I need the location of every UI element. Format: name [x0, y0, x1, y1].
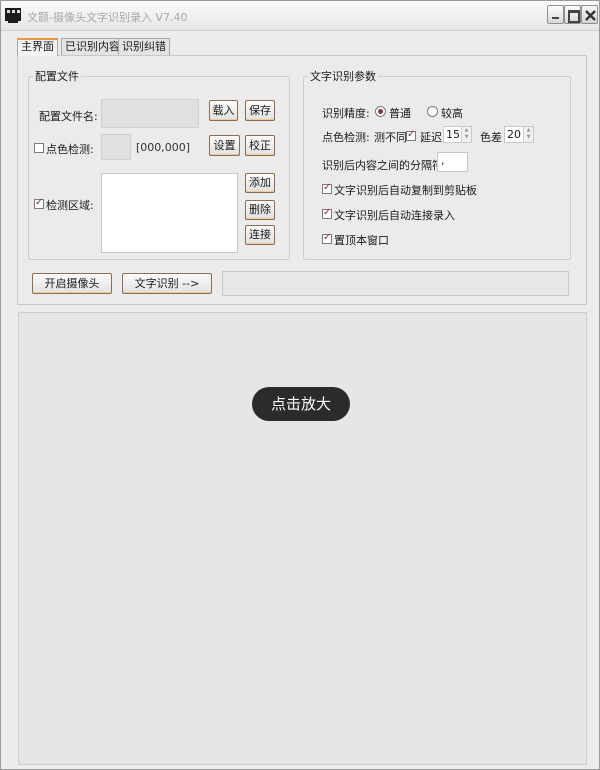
delay-spinner[interactable]: 15 ▲ ▼ [443, 126, 472, 143]
maximize-button[interactable] [564, 5, 581, 24]
film-reel-icon [4, 6, 22, 24]
precision-normal-label: 普通 [389, 107, 411, 120]
app-window: 文颢-摄像头文字识别录入 V7.40 主界面 已识别内容 识别纠错 配置文件 配… [0, 0, 600, 770]
setup-button[interactable]: 设置 [209, 135, 240, 156]
color-diff-spinner[interactable]: 20 ▲ ▼ [504, 126, 534, 143]
load-button[interactable]: 载入 [209, 100, 238, 121]
precision-normal-radio[interactable] [375, 106, 386, 117]
open-camera-button[interactable]: 开启摄像头 [32, 273, 112, 294]
zoom-hint-badge[interactable]: 点击放大 [252, 387, 350, 421]
always-on-top-label: 置顶本窗口 [334, 234, 389, 247]
ocr-group-title: 文字识别参数 [308, 68, 378, 84]
close-icon [585, 10, 596, 21]
calibrate-button[interactable]: 校正 [245, 135, 275, 156]
minimize-button[interactable] [547, 5, 564, 24]
color-swatch [101, 134, 131, 160]
config-name-field[interactable] [101, 99, 199, 128]
title-bar[interactable]: 文颢-摄像头文字识别录入 V7.40 [1, 1, 599, 31]
camera-preview[interactable]: 点击放大 [18, 312, 587, 765]
detect-area-list[interactable] [101, 173, 238, 253]
config-group-title: 配置文件 [33, 68, 81, 84]
precision-high-label: 较高 [441, 107, 463, 120]
detect-area-label: 检测区域: [46, 199, 94, 212]
separator-input[interactable]: , [437, 152, 468, 172]
auto-copy-checkbox[interactable] [322, 182, 332, 194]
save-button[interactable]: 保存 [245, 100, 275, 121]
delay-spin-arrows[interactable]: ▲ ▼ [461, 127, 471, 142]
precision-high-radio[interactable] [427, 106, 438, 117]
delete-button[interactable]: 删除 [245, 200, 275, 220]
config-group: 配置文件 配置文件名: 载入 保存 点色检测: [000,000] 设置 校正 … [28, 68, 290, 260]
color-coords: [000,000] [136, 141, 191, 154]
connect-button[interactable]: 连接 [245, 225, 275, 245]
status-bar [222, 271, 569, 296]
tab-correction[interactable]: 识别纠错 [118, 38, 170, 55]
auto-connect-checkbox[interactable] [322, 207, 332, 219]
close-button[interactable] [581, 5, 598, 24]
delay-label: 延迟 [420, 131, 442, 144]
separator-value: , [441, 154, 445, 167]
config-name-label: 配置文件名: [39, 110, 98, 123]
ocr-button[interactable]: 文字识别 --> [122, 273, 212, 294]
auto-copy-label: 文字识别后自动复制到剪贴板 [334, 184, 477, 197]
color-diff-value: 20 [507, 128, 521, 141]
color-check-checkbox[interactable] [34, 143, 44, 153]
color-check-label: 点色检测: [46, 143, 94, 156]
auto-connect-label: 文字识别后自动连接录入 [334, 209, 455, 222]
test-diff-label: 测不同 [374, 131, 407, 144]
tab-recognized[interactable]: 已识别内容 [61, 38, 124, 55]
dot-check-label: 点色检测: [322, 131, 370, 144]
separator-label: 识别后内容之间的分隔符: [322, 159, 447, 172]
test-diff-checkbox[interactable] [406, 129, 416, 141]
window-title: 文颢-摄像头文字识别录入 V7.40 [27, 11, 188, 24]
color-diff-label: 色差 [480, 131, 502, 144]
tab-main[interactable]: 主界面 [17, 38, 58, 56]
main-panel: 配置文件 配置文件名: 载入 保存 点色检测: [000,000] 设置 校正 … [17, 55, 587, 305]
color-diff-spin-arrows[interactable]: ▲ ▼ [523, 127, 533, 142]
precision-label: 识别精度: [322, 107, 370, 120]
add-button[interactable]: 添加 [245, 173, 275, 193]
ocr-params-group: 文字识别参数 识别精度: 普通 较高 点色检测: 测不同 延迟 15 ▲▼ 色差… [303, 68, 571, 260]
detect-area-checkbox[interactable] [34, 197, 44, 209]
delay-value: 15 [446, 128, 460, 141]
always-on-top-checkbox[interactable] [322, 232, 332, 244]
